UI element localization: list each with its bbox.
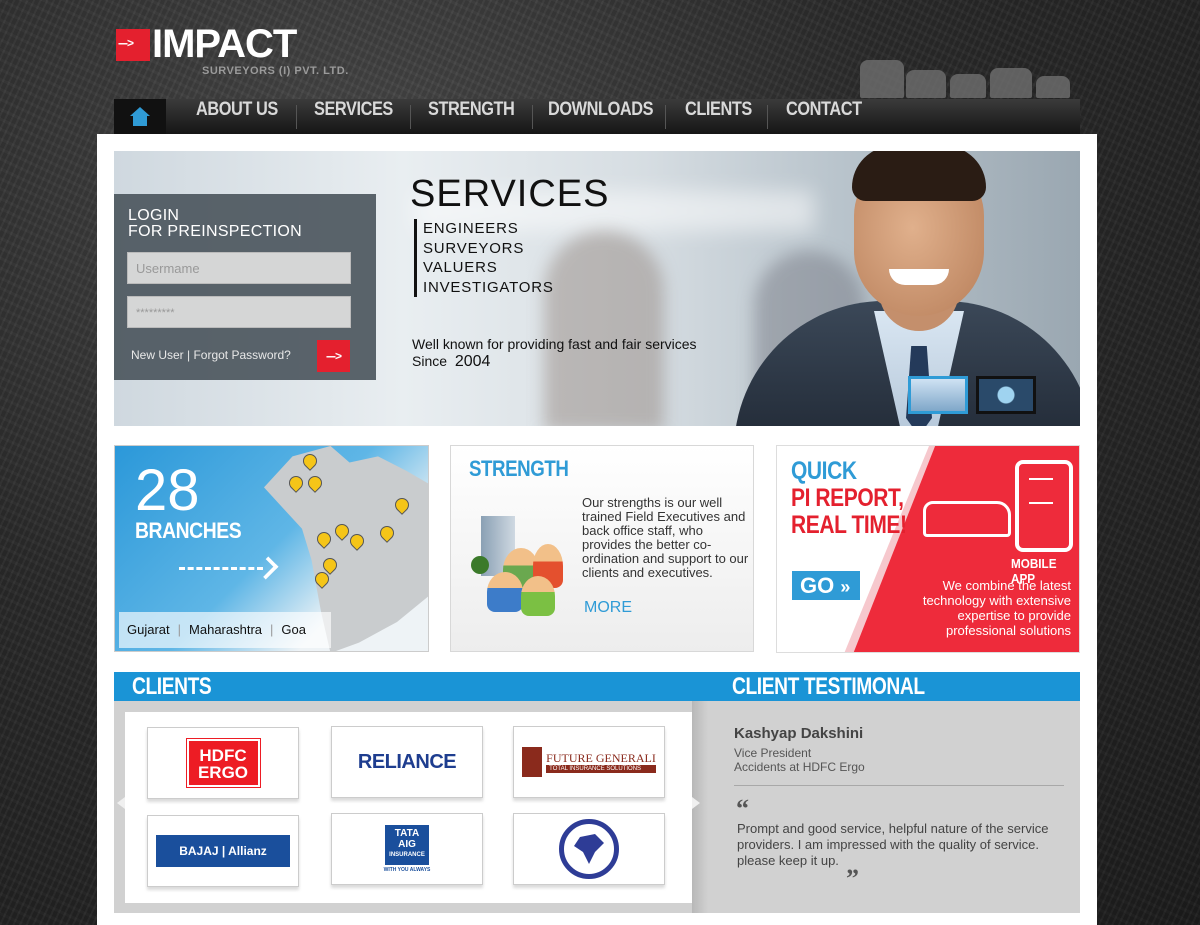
nav-divider [532, 105, 533, 129]
home-icon [130, 106, 150, 127]
client-logo-future-generali[interactable]: FUTURE GENERALI TOTAL INSURANCE SOLUTION… [513, 726, 665, 798]
service-item: ENGINEERS [414, 219, 554, 239]
branches-count: 28 [135, 458, 200, 523]
close-quote-icon: ” [846, 864, 859, 893]
nav-divider [410, 105, 411, 129]
main-nav: ABOUT US SERVICES STRENGTH DOWNLOADS CLI… [114, 99, 1080, 134]
client-logo-bajaj-allianz[interactable]: BAJAJ | Allianz [147, 815, 299, 887]
password-input[interactable]: ********* [127, 296, 351, 328]
strength-title: STRENGTH [469, 456, 569, 481]
service-item: VALUERS [414, 258, 554, 278]
branches-label: BRANCHES [135, 518, 242, 543]
dashed-arrow-icon [179, 556, 279, 582]
nav-downloads[interactable]: DOWNLOADS [548, 99, 653, 134]
service-item: INVESTIGATORS [414, 277, 554, 297]
map-pin-icon [380, 526, 392, 542]
go-button[interactable]: GO » [792, 571, 860, 600]
slide-thumbnail-1[interactable] [908, 376, 968, 414]
login-panel: LOGIN FOR PREINSPECTION Usermame *******… [114, 194, 376, 380]
mobile-phone-icon [1015, 460, 1073, 552]
services-list: ENGINEERS SURVEYORS VALUERS INVESTIGATOR… [414, 219, 554, 297]
brand-logo[interactable]: IMPACT SURVEYORS (I) PVT. LTD. [116, 24, 356, 80]
map-pin-icon [317, 532, 329, 548]
map-pin-icon [315, 572, 327, 588]
clients-header-bar: CLIENTS CLIENT TESTIMONAL [114, 672, 1080, 701]
arrow-right-icon: ---> [326, 349, 342, 363]
reliance-logo: RELIANCE [357, 750, 457, 773]
strength-more-link[interactable]: MORE [584, 599, 632, 617]
state-maharashtra[interactable]: Maharashtra [189, 622, 262, 637]
state-goa[interactable]: Goa [281, 622, 306, 637]
blurred-person [544, 231, 664, 426]
india-map-icon [574, 834, 604, 864]
nav-divider [665, 105, 666, 129]
nav-services[interactable]: SERVICES [314, 99, 393, 134]
strength-box: STRENGTH Our strengths is our well train… [450, 445, 754, 652]
future-generali-logo: FUTURE GENERALI TOTAL INSURANCE SOLUTION… [522, 747, 656, 777]
logo-arrow-mark [116, 29, 150, 61]
tagline-since: Since 2004 [412, 353, 491, 370]
logo-wordmark: IMPACT [152, 22, 297, 66]
nav-divider [296, 105, 297, 129]
bajaj-allianz-logo: BAJAJ | Allianz [156, 835, 290, 867]
client-logo-hdfc-ergo[interactable]: HDFC ERGO [147, 727, 299, 799]
hero-tagline: Well known for providing fast and fair s… [412, 336, 697, 370]
tagline-text: Well known for providing fast and fair s… [412, 336, 697, 352]
quick-report-title: QUICK PI REPORT, REAL TIME! [791, 457, 907, 539]
tata-aig-logo: TATA AIG INSURANCE [385, 825, 429, 865]
testimonial-quote: Prompt and good service, helpful nature … [737, 821, 1049, 868]
nav-clients[interactable]: CLIENTS [685, 99, 752, 134]
hdfc-ergo-logo: HDFC ERGO [185, 738, 261, 788]
new-user-forgot-password-link[interactable]: New User | Forgot Password? [131, 348, 291, 362]
nav-contact[interactable]: CONTACT [786, 99, 862, 134]
logo-subtitle: SURVEYORS (I) PVT. LTD. [202, 65, 349, 77]
mobile-app-description: We combine the latest technology with ex… [922, 578, 1071, 638]
branches-box[interactable]: 28 BRANCHES Gujarat | Maharashtra | Goa [114, 445, 429, 652]
client-logo-new-india-assurance[interactable] [513, 813, 665, 885]
slide-thumbnail-2[interactable] [976, 376, 1036, 414]
carousel-next-icon[interactable] [692, 797, 700, 809]
states-list: Gujarat | Maharashtra | Goa [119, 612, 331, 648]
carousel-prev-icon[interactable] [117, 797, 125, 809]
mobile-app-box: QUICK PI REPORT, REAL TIME! GO » MOBILE … [776, 445, 1080, 653]
double-chevron-icon: » [840, 577, 851, 597]
nav-about-us[interactable]: ABOUT US [196, 99, 278, 134]
map-pin-icon [303, 454, 315, 470]
map-pin-icon [335, 524, 347, 540]
plant-icon [471, 556, 489, 574]
map-pin-icon [350, 534, 362, 550]
nav-home[interactable] [114, 99, 166, 134]
testimonial-author: Kashyap Dakshini [734, 725, 864, 742]
car-icon [923, 501, 1011, 537]
testimonial-divider [734, 785, 1064, 786]
hero-heading: SERVICES [410, 173, 610, 215]
nav-divider [767, 105, 768, 129]
strength-description: Our strengths is our well trained Field … [582, 495, 749, 580]
testimonial-role: Vice President Accidents at HDFC Ergo [734, 746, 865, 774]
open-quote-icon: “ [736, 794, 749, 823]
login-submit-button[interactable]: ---> [317, 340, 350, 372]
service-item: SURVEYORS [414, 238, 554, 258]
nav-strength[interactable]: STRENGTH [428, 99, 515, 134]
client-logo-tata-aig[interactable]: TATA AIG INSURANCE WITH YOU ALWAYS [331, 813, 483, 885]
trucks-silhouette [860, 58, 1070, 98]
since-year: 2004 [454, 353, 491, 370]
login-title: LOGIN FOR PREINSPECTION [128, 207, 303, 240]
testimonial-title: CLIENT TESTIMONAL [732, 673, 925, 700]
state-gujarat[interactable]: Gujarat [127, 622, 170, 637]
map-pin-icon [308, 476, 320, 492]
map-pin-icon [395, 498, 407, 514]
client-logo-reliance[interactable]: RELIANCE [331, 726, 483, 798]
new-india-assurance-logo [559, 819, 619, 879]
map-pin-icon [289, 476, 301, 492]
clients-title: CLIENTS [132, 673, 212, 700]
username-input[interactable]: Usermame [127, 252, 351, 284]
